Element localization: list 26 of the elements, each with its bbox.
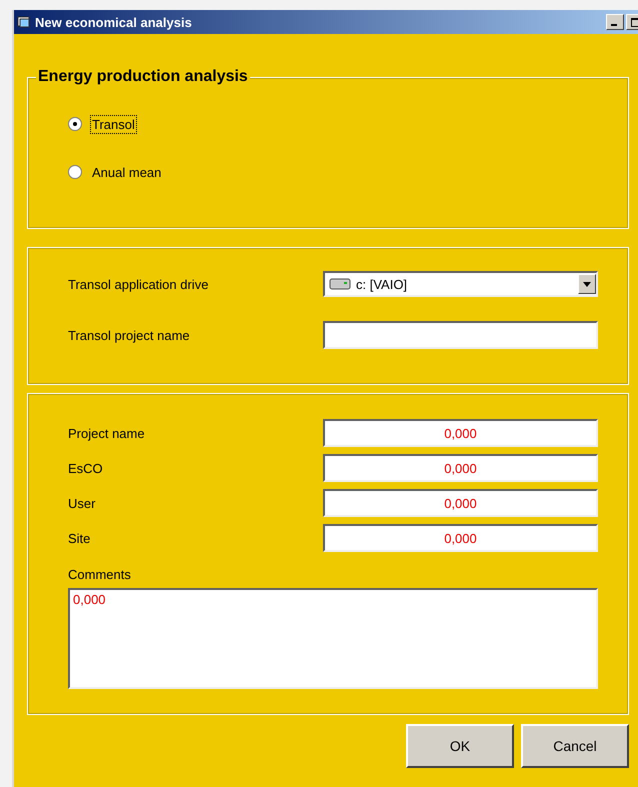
window-icon bbox=[17, 15, 31, 29]
input-field[interactable]: 0,000 bbox=[323, 524, 598, 552]
ok-button[interactable]: OK bbox=[406, 724, 514, 768]
field-label: Transol project name bbox=[68, 328, 191, 342]
radio-label[interactable]: Anual mean bbox=[90, 162, 164, 182]
drive-dropdown[interactable]: c: [VAIO] bbox=[323, 271, 598, 297]
field-label: Project name bbox=[68, 426, 146, 440]
radio-button[interactable] bbox=[68, 165, 82, 179]
radio-label[interactable]: Transol bbox=[90, 114, 137, 134]
input-field[interactable]: 0,000 bbox=[323, 454, 598, 482]
comments-field[interactable]: 0,000 bbox=[68, 588, 598, 689]
input-field[interactable] bbox=[323, 321, 598, 349]
field-label: User bbox=[68, 496, 96, 510]
group-title: Energy production analysis bbox=[36, 68, 250, 86]
input-field[interactable]: 0,000 bbox=[323, 489, 598, 517]
input-field[interactable]: 0,000 bbox=[323, 419, 598, 447]
field-label: EsCO bbox=[68, 460, 104, 476]
maximize-icon bbox=[630, 18, 638, 26]
field-label: Site bbox=[68, 530, 92, 546]
window-title: New economical analysis bbox=[35, 14, 193, 30]
cancel-button[interactable]: Cancel bbox=[521, 724, 629, 768]
radio-button[interactable] bbox=[68, 117, 82, 131]
field-label: Comments bbox=[68, 567, 132, 582]
field-label: Transol application drive bbox=[68, 276, 210, 292]
minimize-button[interactable] bbox=[606, 14, 624, 30]
drive-icon bbox=[329, 278, 351, 290]
